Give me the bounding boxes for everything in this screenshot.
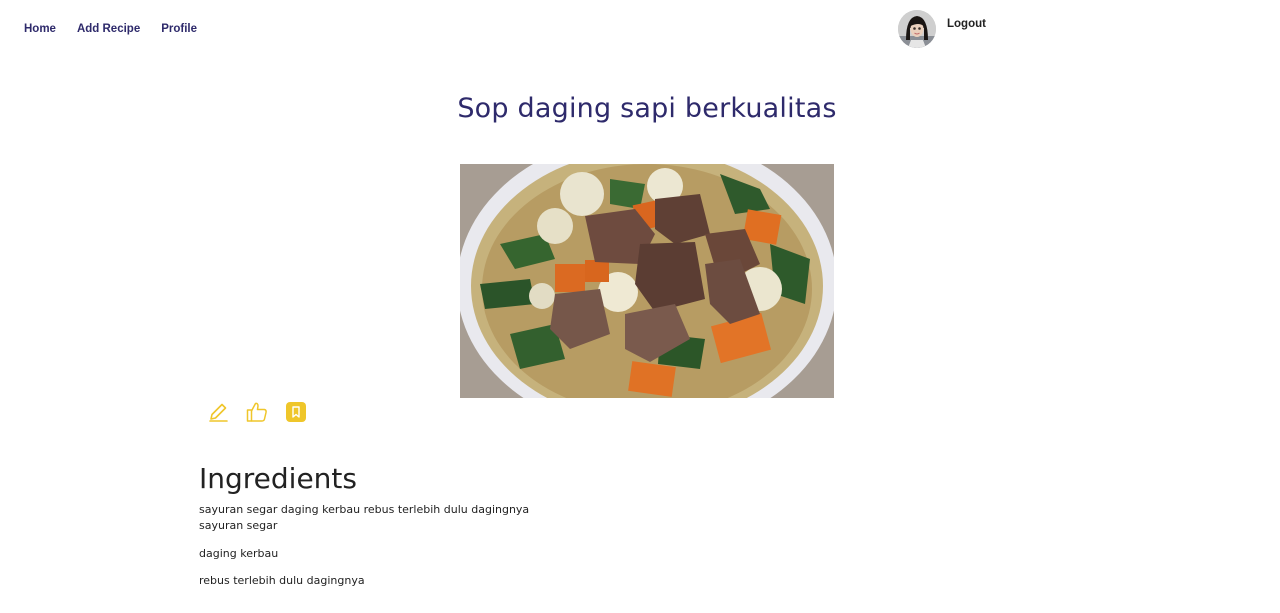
recipe-actions	[205, 401, 322, 427]
list-item: rebus terlebih dulu dagingnya	[199, 574, 365, 587]
recipe-title: Sop daging sapi berkualitas	[457, 93, 837, 124]
save-button[interactable]	[283, 401, 309, 427]
pencil-icon	[207, 401, 229, 427]
user-area: Logout	[898, 10, 986, 48]
ingredients-list: sayuran segar daging kerbau rebus terleb…	[199, 519, 365, 602]
ingredients-heading: Ingredients	[199, 462, 357, 495]
list-item: daging kerbau	[199, 546, 279, 560]
nav-link-add-recipe[interactable]: Add Recipe	[77, 23, 140, 35]
edit-button[interactable]	[205, 401, 231, 427]
list-item: sayuran segar	[199, 519, 278, 532]
thumbs-up-icon	[245, 400, 269, 428]
bookmark-icon	[285, 401, 307, 427]
avatar[interactable]	[898, 10, 936, 48]
nav-link-profile[interactable]: Profile	[161, 23, 197, 35]
recipe-image	[460, 164, 834, 398]
nav-link-home[interactable]: Home	[24, 23, 56, 35]
ingredients-summary: sayuran segar daging kerbau rebus terleb…	[199, 503, 530, 516]
like-button[interactable]	[244, 401, 270, 427]
logout-button[interactable]: Logout	[947, 18, 986, 30]
top-navbar: Home Add Recipe Profile Logout	[0, 0, 1280, 60]
nav-links: Home Add Recipe Profile	[24, 23, 218, 35]
